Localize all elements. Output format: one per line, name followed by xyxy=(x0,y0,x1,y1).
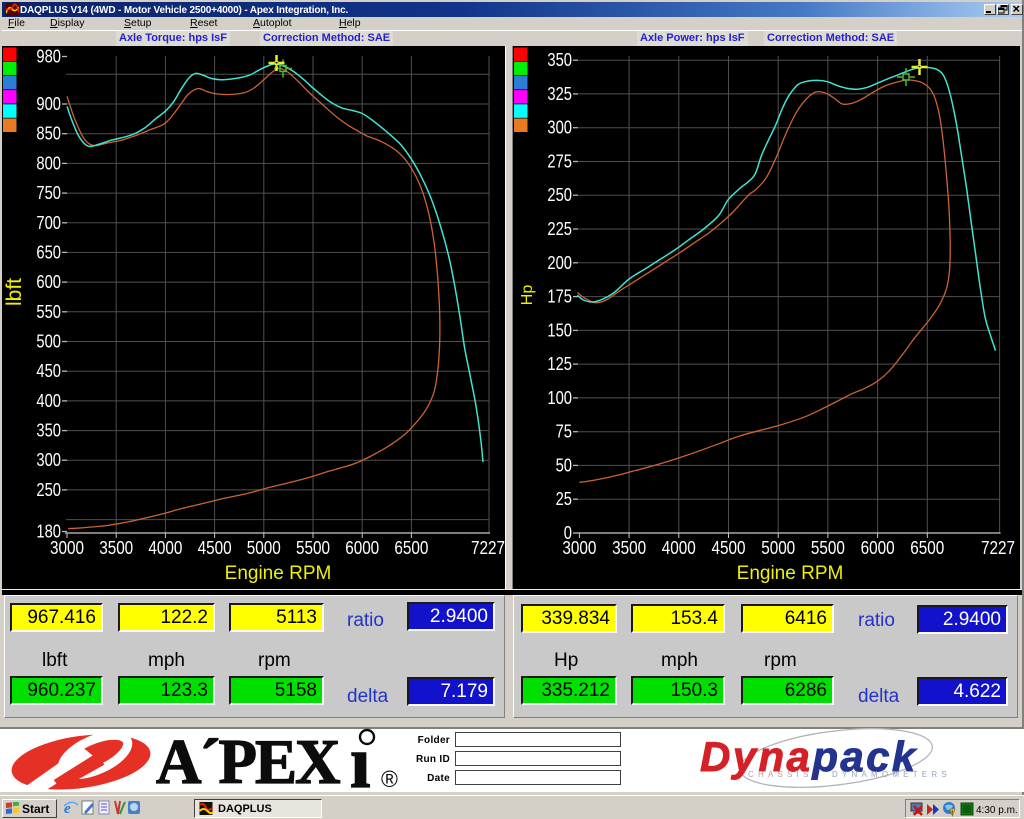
svg-text:7227: 7227 xyxy=(981,538,1015,558)
svg-text:850: 850 xyxy=(36,124,61,144)
svg-text:750: 750 xyxy=(36,183,61,203)
svg-text:150: 150 xyxy=(547,320,572,340)
svg-text:500: 500 xyxy=(36,332,61,352)
svg-text:175: 175 xyxy=(547,287,572,307)
svg-text:Hp: Hp xyxy=(519,285,536,306)
svg-text:300: 300 xyxy=(36,450,61,470)
svg-text:400: 400 xyxy=(36,391,61,411)
svg-text:4500: 4500 xyxy=(198,538,232,558)
svg-text:225: 225 xyxy=(547,219,572,239)
svg-text:Engine RPM: Engine RPM xyxy=(737,563,844,584)
svg-text:250: 250 xyxy=(547,185,572,205)
svg-text:4500: 4500 xyxy=(712,538,746,558)
svg-text:4000: 4000 xyxy=(148,538,182,558)
svg-text:6500: 6500 xyxy=(394,538,428,558)
svg-text:5500: 5500 xyxy=(811,538,845,558)
svg-text:325: 325 xyxy=(547,84,572,104)
svg-text:600: 600 xyxy=(36,272,61,292)
svg-text:700: 700 xyxy=(36,213,61,233)
svg-text:900: 900 xyxy=(36,94,61,114)
svg-text:980: 980 xyxy=(36,47,61,67)
svg-text:3500: 3500 xyxy=(612,538,646,558)
svg-text:7227: 7227 xyxy=(471,538,505,558)
svg-text:550: 550 xyxy=(36,302,61,322)
svg-text:5000: 5000 xyxy=(761,538,795,558)
svg-text:3000: 3000 xyxy=(562,538,596,558)
svg-text:275: 275 xyxy=(547,152,572,172)
svg-text:100: 100 xyxy=(547,388,572,408)
svg-text:350: 350 xyxy=(547,50,572,70)
svg-text:800: 800 xyxy=(36,153,61,173)
svg-text:Engine RPM: Engine RPM xyxy=(225,563,332,584)
svg-text:5000: 5000 xyxy=(247,538,281,558)
svg-text:6500: 6500 xyxy=(910,538,944,558)
svg-text:650: 650 xyxy=(36,242,61,262)
svg-text:A´PEX: A´PEX xyxy=(156,727,340,792)
svg-text:6000: 6000 xyxy=(345,538,379,558)
svg-text:450: 450 xyxy=(36,361,61,381)
svg-text:3500: 3500 xyxy=(99,538,133,558)
svg-text:5500: 5500 xyxy=(296,538,330,558)
svg-text:75: 75 xyxy=(556,422,572,442)
svg-text:350: 350 xyxy=(36,421,61,441)
svg-text:6000: 6000 xyxy=(861,538,895,558)
svg-text:CHASSIS: CHASSIS xyxy=(748,770,813,779)
svg-text:®: ® xyxy=(381,766,398,792)
svg-text:125: 125 xyxy=(547,354,572,374)
svg-text:DYNAMOMETERS: DYNAMOMETERS xyxy=(832,770,951,779)
svg-text:300: 300 xyxy=(547,118,572,138)
svg-text:200: 200 xyxy=(547,253,572,273)
svg-text:25: 25 xyxy=(556,489,572,509)
svg-text:250: 250 xyxy=(36,480,61,500)
svg-text:50: 50 xyxy=(556,455,572,475)
svg-text:3000: 3000 xyxy=(50,538,84,558)
svg-text:lbft: lbft xyxy=(3,278,26,306)
svg-text:4000: 4000 xyxy=(662,538,696,558)
